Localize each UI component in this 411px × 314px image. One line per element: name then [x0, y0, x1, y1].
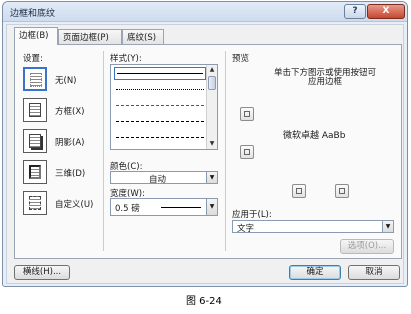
preview-label: 预览 [232, 54, 250, 64]
style-option-dotted[interactable] [116, 89, 204, 90]
apply-to-value: 文字 [237, 224, 255, 234]
tab-shading-label: 底纹(S) [127, 33, 157, 43]
divider [225, 51, 226, 251]
close-button[interactable]: X [367, 4, 405, 19]
width-line-sample [161, 207, 201, 208]
apply-to-select[interactable]: 文字 ▼ [232, 220, 394, 234]
setting-none[interactable]: 无(N) [23, 67, 111, 91]
tab-borders[interactable]: 边框(B) [14, 27, 58, 45]
dialog-title: 边框和底纹 [10, 9, 56, 19]
apply-to-dropdown-arrow[interactable]: ▼ [382, 221, 393, 232]
top-border-button[interactable] [240, 107, 254, 121]
style-option-selected[interactable] [114, 67, 206, 80]
preview-sample-text: 微软卓越 AaBb [283, 131, 346, 141]
left-border-button[interactable] [292, 184, 306, 198]
right-border-button[interactable] [335, 184, 349, 198]
bottom-border-button[interactable] [240, 145, 254, 159]
setting-shadow-icon [23, 129, 47, 153]
setting-custom[interactable]: 自定义(U) [23, 191, 111, 215]
settings-label: 设置: [23, 54, 43, 64]
ok-button[interactable]: 确定 [289, 265, 341, 280]
scroll-down-arrow[interactable]: ▼ [207, 139, 217, 149]
width-select[interactable]: 0.5 磅 ▼ [110, 198, 218, 216]
figure-caption: 图 6-24 [186, 296, 222, 307]
style-option-dashed[interactable] [116, 121, 204, 122]
style-list-scrollbar[interactable]: ▲ ▼ [206, 65, 217, 149]
scroll-thumb[interactable] [208, 76, 216, 90]
width-dropdown-arrow[interactable]: ▼ [206, 199, 217, 215]
borders-shading-dialog: 边框和底纹 ? X 边框(B) 页面边框(P) 底纹(S) 设置: 无(N) 方… [2, 1, 408, 287]
preview-instruction-line2: 应用边框 [307, 77, 342, 87]
setting-box-icon [23, 98, 47, 122]
style-label: 样式(Y): [110, 54, 142, 64]
color-dropdown-arrow[interactable]: ▼ [206, 172, 217, 183]
options-button[interactable]: 选项(O)... [340, 239, 394, 254]
setting-3d[interactable]: 三维(D) [23, 160, 111, 184]
title-bar: 边框和底纹 ? X [3, 2, 407, 22]
color-select[interactable]: 自动 ▼ [110, 171, 218, 185]
solid-line [117, 73, 203, 74]
setting-shadow-label: 阴影(A) [55, 138, 85, 148]
help-button[interactable]: ? [344, 4, 366, 19]
tab-page-border[interactable]: 页面边框(P) [58, 29, 122, 44]
setting-box-label: 方框(X) [55, 107, 85, 117]
setting-shadow[interactable]: 阴影(A) [23, 129, 111, 153]
setting-3d-icon [23, 160, 47, 184]
setting-custom-label: 自定义(U) [55, 200, 94, 210]
tab-page-border-label: 页面边框(P) [63, 33, 109, 43]
style-option-dash-dot[interactable] [116, 137, 204, 138]
tab-borders-label: 边框(B) [19, 31, 49, 41]
setting-none-label: 无(N) [55, 76, 77, 86]
scroll-up-arrow[interactable]: ▲ [207, 65, 217, 75]
divider [103, 51, 104, 251]
setting-custom-icon [23, 191, 47, 215]
dialog-body: 边框(B) 页面边框(P) 底纹(S) 设置: 无(N) 方框(X) 阴影(A) [6, 24, 404, 284]
color-value: 自动 [149, 175, 167, 185]
style-option-dense-dash[interactable] [116, 105, 204, 106]
style-list[interactable]: ▲ ▼ [110, 64, 218, 150]
borders-tab-panel: 设置: 无(N) 方框(X) 阴影(A) 三维(D) 自定义(U) 样式(Y):… [14, 44, 402, 259]
horizontal-line-button[interactable]: 横线(H)... [14, 265, 70, 280]
setting-none-icon [23, 67, 47, 91]
apply-to-label: 应用于(L): [232, 210, 272, 220]
setting-box[interactable]: 方框(X) [23, 98, 111, 122]
setting-3d-label: 三维(D) [55, 169, 86, 179]
cancel-button[interactable]: 取消 [348, 265, 400, 280]
width-value: 0.5 磅 [115, 204, 140, 214]
tab-shading[interactable]: 底纹(S) [122, 29, 164, 44]
